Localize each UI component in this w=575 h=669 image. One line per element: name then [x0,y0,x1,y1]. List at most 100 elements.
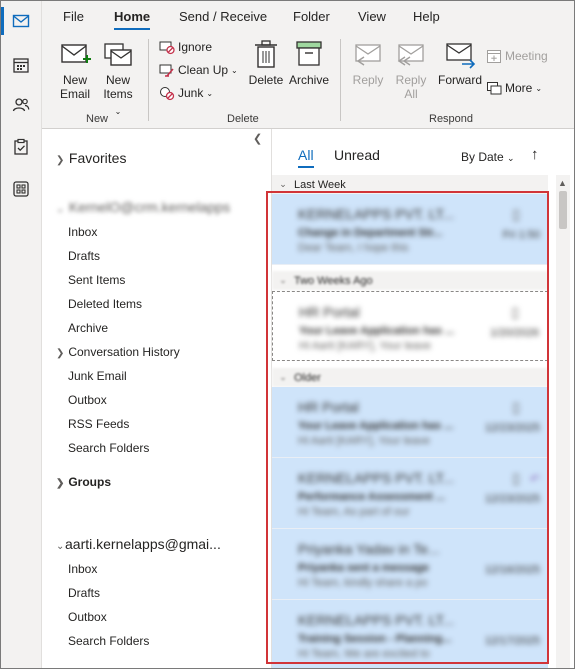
tab-folder[interactable]: Folder [293,9,330,24]
message-subject: Training Session - Planning... [298,633,452,645]
forward-button[interactable]: Forward [437,39,483,87]
ribbon: New Email New Items ⌄ New Ignore Clean U… [42,33,574,129]
new-items-button[interactable]: New Items ⌄ [100,39,136,119]
message-item[interactable]: Priyanka Yadav in Te... Priyanka sent a … [272,529,548,600]
junk-label: Junk [178,86,204,100]
message-blurred-content: HR Portal ▯ Your Leave Application has .… [273,292,547,360]
tab-home[interactable]: Home [114,9,151,30]
message-item[interactable]: KERNELAPPS PVT. LT... ▯ ↶ Performance As… [272,458,548,529]
account-header-2[interactable]: ⌄aarti.kernelapps@gmai... [56,536,221,552]
message-item[interactable]: KERNELAPPS PVT. LT... Training Session -… [272,600,548,668]
group-label: Older [294,371,321,384]
groups-header[interactable]: ❯ Groups [56,475,111,489]
chevron-down-icon: ⌄ [56,541,65,552]
folder-outbox-2[interactable]: Outbox [68,610,107,624]
message-sender: KERNELAPPS PVT. LT... [298,612,455,628]
junk-icon [160,87,175,101]
message-item[interactable]: HR Portal ▯ Your Leave Application has .… [272,387,548,458]
chevron-down-icon: ⌄ [56,204,65,215]
reply-all-button[interactable]: Reply All [394,39,428,101]
mail-icon[interactable] [1,1,41,41]
collapse-pane-icon[interactable]: ❮ [253,132,262,145]
clean-up-button[interactable]: Clean Up ⌄ [159,62,238,78]
message-subject: Your Leave Application has ... [298,420,454,432]
scrollbar-thumb[interactable] [559,191,567,229]
folder-outbox[interactable]: Outbox [68,393,107,407]
clean-up-icon [159,64,174,77]
paperclip-icon: ▯ [511,304,519,320]
group-header-last-week[interactable]: ⌄ Last Week [272,175,548,194]
delete-label: Delete [248,73,284,87]
message-date: Fri 1:50 [502,229,540,241]
replied-icon: ↶ [529,472,540,486]
filter-all-tab[interactable]: All [298,147,314,168]
tab-help[interactable]: Help [413,9,440,24]
tab-file[interactable]: File [63,9,84,24]
folder-drafts[interactable]: Drafts [68,249,100,263]
folder-pane: ❮ ❯ Favorites ⌄ KernelO@crm.kernelapps I… [42,129,272,668]
group-header-two-weeks[interactable]: ⌄ Two Weeks Ago [272,271,548,290]
people-icon[interactable] [1,85,41,125]
folder-inbox-2[interactable]: Inbox [68,562,97,576]
message-preview: Hi Aarti [KARY], Your leave [299,340,431,352]
paperclip-icon: ▯ [512,206,520,222]
archive-button[interactable]: Archive [288,39,330,87]
message-item[interactable]: KERNELAPPS PVT. LT... ▯ Change in Depart… [272,194,548,265]
sort-by-date-dropdown[interactable]: By Date ⌄ [461,150,515,164]
tasks-icon[interactable] [1,127,41,167]
trash-icon [255,40,277,68]
tab-view[interactable]: View [358,9,386,24]
reply-label: Reply [352,73,384,87]
new-email-button[interactable]: New Email [56,39,94,101]
tab-send-receive[interactable]: Send / Receive [179,9,267,24]
folder-conversation-history[interactable]: ❯ Conversation History [56,345,180,359]
favorites-header[interactable]: ❯ Favorites [56,150,126,166]
message-sender: KERNELAPPS PVT. LT... [298,470,455,486]
folder-inbox[interactable]: Inbox [68,225,97,239]
folder-search-folders[interactable]: Search Folders [68,441,149,455]
message-blurred-content: KERNELAPPS PVT. LT... Training Session -… [272,600,548,668]
account-header-1[interactable]: ⌄ KernelO@crm.kernelapps [56,199,230,215]
folder-sent-items[interactable]: Sent Items [68,273,125,287]
sort-direction-icon[interactable]: ↑ [531,146,539,163]
folder-search-folders-2[interactable]: Search Folders [68,634,149,648]
folder-deleted-items[interactable]: Deleted Items [68,297,142,311]
chevron-down-icon: ⌄ [279,179,287,189]
more-respond-icon [487,82,502,95]
reply-all-label-2: All [404,87,418,101]
message-date: 12/23/2025 [484,493,540,505]
new-email-label-1: New [62,73,87,87]
more-button[interactable]: More ⌄ [486,80,542,96]
message-preview: Hi Team, As part of our [298,506,410,518]
folder-archive[interactable]: Archive [68,321,108,335]
more-label: More [505,81,533,95]
group-label-new: New [86,113,109,125]
folder-junk-email[interactable]: Junk Email [68,369,127,383]
message-list: All Unread By Date ⌄ ↑ ⌄ Last Week KERNEL… [272,129,574,668]
filter-unread-tab[interactable]: Unread [334,147,380,163]
forward-icon [446,43,476,69]
group-label: Two Weeks Ago [294,274,373,287]
ribbon-separator [148,39,149,121]
group-header-older[interactable]: ⌄ Older [272,368,548,387]
message-subject: Priyanka sent a message [298,562,429,574]
scroll-up-icon[interactable]: ▲ [558,178,567,188]
ignore-button[interactable]: Ignore [159,39,212,55]
calendar-icon[interactable] [1,45,41,85]
message-item[interactable]: HR Portal ▯ Your Leave Application has .… [272,291,548,361]
apps-icon[interactable] [1,169,41,209]
reply-button[interactable]: Reply [351,39,385,87]
message-list-scrollbar[interactable]: ▲ [556,175,570,668]
meeting-button[interactable]: Meeting [486,48,548,64]
delete-button[interactable]: Delete [248,39,284,87]
new-items-label-2: Items [103,87,133,101]
group-label-respond: Respond [429,113,474,125]
chevron-down-icon: ⌄ [279,372,287,382]
folder-drafts-2[interactable]: Drafts [68,586,100,600]
new-items-label-1: New [105,73,130,87]
folder-rss-feeds[interactable]: RSS Feeds [68,417,129,431]
menu-tabs: File Home Send / Receive Folder View Hel… [42,1,574,33]
app-rail [1,1,42,668]
junk-button[interactable]: Junk ⌄ [159,85,213,101]
message-date: 1/20/2026 [490,327,539,339]
